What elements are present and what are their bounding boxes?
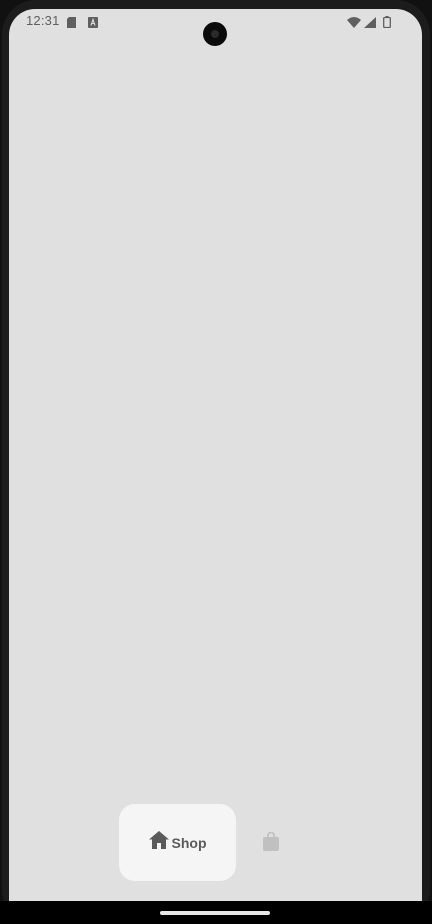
sd-card-icon [67, 15, 77, 28]
a-notification-icon [88, 15, 98, 28]
status-time: 12:31 [26, 13, 60, 28]
shopping-bag-icon [261, 831, 281, 856]
signal-icon [364, 15, 376, 28]
nav-item-shop[interactable]: Shop [119, 804, 236, 881]
gesture-handle[interactable] [160, 911, 270, 915]
gesture-nav-area [0, 901, 432, 924]
battery-icon [383, 15, 391, 29]
front-camera [203, 22, 227, 46]
device-frame: 12:31 Shop [0, 0, 432, 924]
home-icon [148, 831, 169, 854]
wifi-icon [347, 15, 361, 28]
app-screen: 12:31 Shop [9, 9, 422, 901]
nav-item-shop-label: Shop [171, 834, 207, 851]
nav-item-bag[interactable] [261, 831, 283, 856]
bottom-navigation: Shop [9, 804, 422, 882]
